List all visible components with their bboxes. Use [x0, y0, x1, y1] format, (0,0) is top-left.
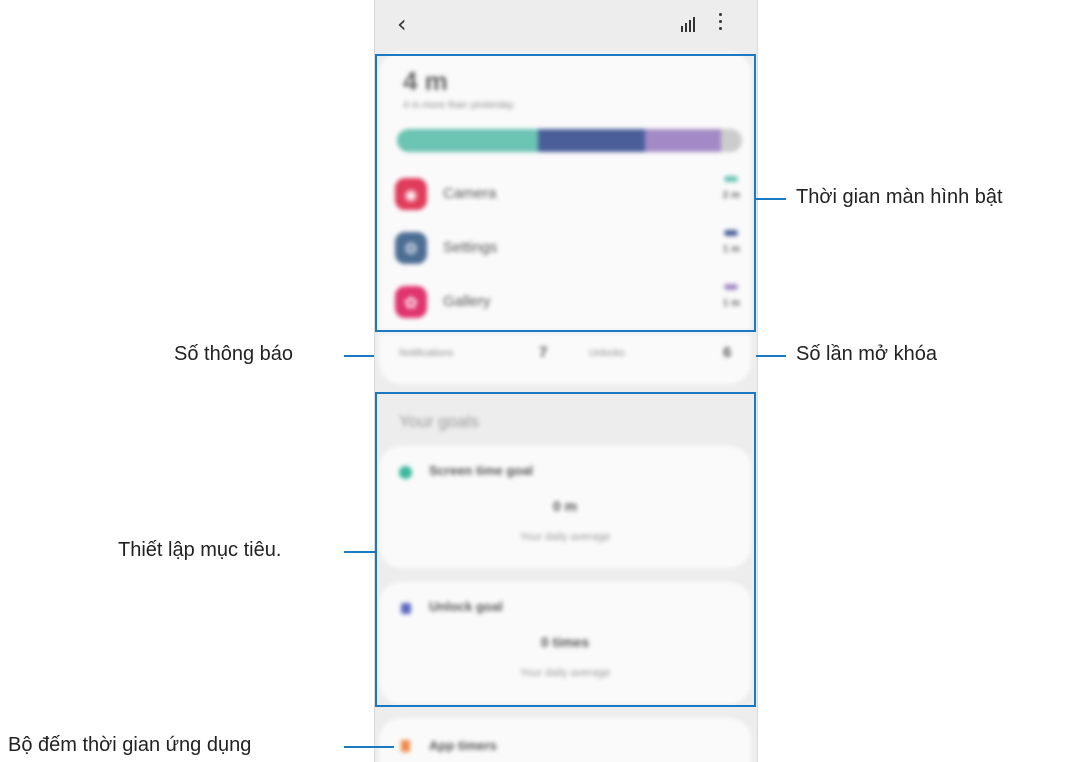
- app-timers-title: App timers: [429, 738, 497, 753]
- callout-line-screen-time: [756, 198, 786, 200]
- back-icon[interactable]: ‹: [397, 10, 407, 38]
- callout-notifications: Số thông báo: [174, 343, 293, 365]
- notifications-count: 7: [539, 344, 548, 361]
- callout-app-timers: Bộ đếm thời gian ứng dụng: [8, 734, 252, 756]
- hourglass-icon: [401, 740, 410, 752]
- callout-line-goals: [344, 551, 375, 553]
- callout-line-notifications: [344, 355, 374, 357]
- callout-line-app-timers: [344, 746, 394, 748]
- top-bar: ‹: [375, 0, 757, 46]
- callout-goals: Thiết lập mục tiêu.: [118, 539, 282, 561]
- app-timers-card[interactable]: App timers: [379, 718, 751, 762]
- goals-frame: [375, 392, 756, 707]
- bar-chart-icon[interactable]: [679, 14, 697, 32]
- unlocks-label: Unlocks: [589, 348, 625, 359]
- more-vertical-icon[interactable]: [717, 11, 723, 33]
- callout-unlocks: Số lần mở khóa: [796, 343, 937, 365]
- callout-line-unlocks: [756, 355, 786, 357]
- notifications-label: Notifications: [399, 348, 454, 359]
- stats-card: Notifications 7 Unlocks 6: [379, 334, 751, 384]
- callout-screen-on-time: Thời gian màn hình bật: [796, 186, 1003, 208]
- screen-time-frame: [375, 54, 756, 332]
- unlocks-count: 6: [723, 344, 732, 361]
